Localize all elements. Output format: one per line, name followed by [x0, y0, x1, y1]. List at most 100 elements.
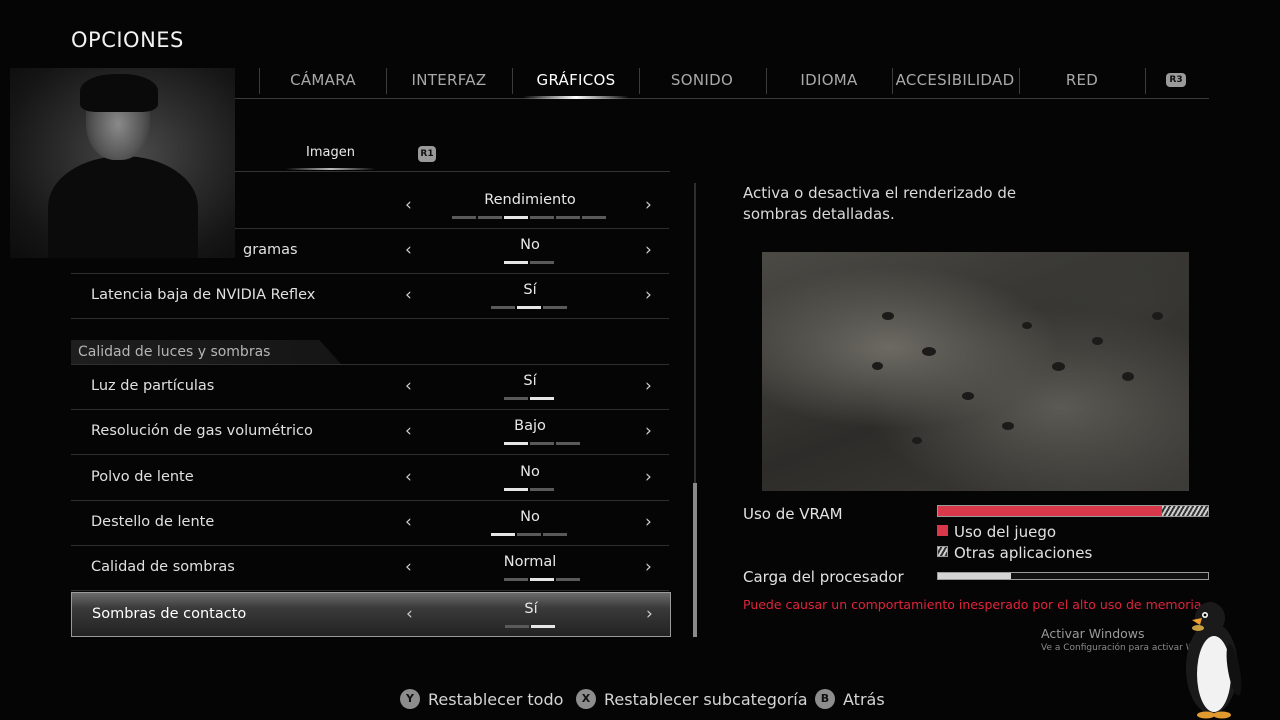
hint-reset-all-label: Restablecer todo	[428, 690, 564, 709]
preview-detail	[1092, 337, 1103, 345]
option-row-calidad-sombras[interactable]: Calidad de sombras ‹ Normal ›	[71, 546, 669, 591]
tab-graficos[interactable]: GRÁFICOS	[513, 64, 639, 99]
vram-game-fill	[938, 506, 1163, 516]
cpu-load-bar	[937, 572, 1209, 580]
option-row-destello-lente[interactable]: Destello de lente ‹ No ›	[71, 501, 669, 546]
legend-game-label: Uso del juego	[954, 523, 1057, 541]
level-segment	[452, 216, 476, 219]
scrollbar-thumb[interactable]	[693, 483, 697, 637]
chevron-right-icon[interactable]: ›	[645, 421, 652, 441]
chevron-left-icon[interactable]: ‹	[405, 467, 412, 487]
hint-back[interactable]: B Atrás	[815, 688, 885, 711]
chevron-right-icon[interactable]: ›	[645, 512, 652, 532]
chevron-left-icon[interactable]: ‹	[405, 240, 412, 260]
subtab-imagen[interactable]: Imagen	[286, 145, 375, 170]
option-row-sombras-contacto[interactable]: Sombras de contacto ‹ Sí ›	[71, 592, 671, 637]
option-row-polvo-lente[interactable]: Polvo de lente ‹ No ›	[71, 456, 669, 501]
hint-back-label: Atrás	[843, 690, 885, 709]
option-level-indicator	[452, 216, 606, 219]
cpu-load-label: Carga del procesador	[743, 568, 904, 586]
chevron-left-icon[interactable]: ‹	[405, 421, 412, 441]
windows-activation-title: Activar Windows	[1041, 626, 1145, 641]
level-segment	[505, 625, 529, 628]
option-level-indicator	[491, 533, 567, 536]
chevron-right-icon[interactable]: ›	[646, 604, 653, 624]
option-level-indicator	[504, 488, 554, 491]
memory-warning: Puede causar un comportamiento inesperad…	[743, 597, 1202, 612]
vram-usage-bar	[937, 505, 1209, 517]
option-value: Normal	[503, 554, 557, 570]
hint-reset-all[interactable]: Y Restablecer todo	[400, 688, 564, 711]
chevron-right-icon[interactable]: ›	[645, 376, 652, 396]
option-label: Polvo de lente	[91, 469, 194, 485]
webcam-overlay	[10, 68, 235, 258]
webcam-person-hair	[80, 74, 158, 112]
chevron-left-icon[interactable]: ‹	[406, 604, 413, 624]
level-segment	[530, 397, 554, 400]
preview-detail	[1002, 422, 1014, 430]
option-value: Sí	[524, 601, 538, 617]
chevron-right-icon[interactable]: ›	[645, 240, 652, 260]
level-segment	[478, 216, 502, 219]
legend-game: Uso del juego	[937, 523, 1056, 541]
option-value: Sí	[523, 373, 537, 389]
option-row-gas-volumetrico[interactable]: Resolución de gas volumétrico ‹ Bajo ›	[71, 410, 669, 455]
y-button-icon: Y	[400, 688, 420, 709]
option-label: Calidad de sombras	[91, 559, 235, 575]
level-segment	[543, 306, 567, 309]
level-segment	[491, 306, 515, 309]
r1-button-icon: R1	[418, 146, 436, 162]
hint-reset-subcategory-label: Restablecer subcategoría	[604, 690, 808, 709]
tab-red[interactable]: RED	[1019, 64, 1145, 97]
legend-other-label: Otras aplicaciones	[954, 544, 1093, 562]
level-segment	[531, 625, 555, 628]
b-button-icon: B	[815, 688, 835, 709]
chevron-left-icon[interactable]: ‹	[405, 512, 412, 532]
level-segment	[504, 442, 528, 445]
option-level-indicator	[504, 442, 580, 445]
chevron-right-icon[interactable]: ›	[645, 467, 652, 487]
preview-detail	[882, 312, 894, 320]
option-value: No	[520, 464, 540, 480]
chevron-right-icon[interactable]: ›	[645, 557, 652, 577]
level-segment	[556, 216, 580, 219]
option-level-indicator	[504, 578, 580, 581]
level-segment	[530, 216, 554, 219]
vram-other-fill	[1162, 506, 1208, 516]
level-segment	[530, 261, 554, 264]
tab-accesibilidad[interactable]: ACCESIBILIDAD	[892, 64, 1018, 97]
level-segment	[543, 533, 567, 536]
preview-image	[762, 252, 1189, 491]
option-value: No	[520, 237, 540, 253]
x-button-icon: X	[576, 688, 596, 709]
chevron-right-icon[interactable]: ›	[645, 195, 652, 215]
option-label: Destello de lente	[91, 514, 215, 530]
option-description: Activa o desactiva el renderizado de som…	[743, 184, 1017, 223]
option-level-indicator	[491, 306, 567, 309]
chevron-left-icon[interactable]: ‹	[405, 557, 412, 577]
chevron-right-icon[interactable]: ›	[645, 285, 652, 305]
chevron-left-icon[interactable]: ‹	[405, 195, 412, 215]
tab-interfaz[interactable]: INTERFAZ	[386, 64, 512, 97]
hint-reset-subcategory[interactable]: X Restablecer subcategoría	[576, 688, 808, 711]
level-segment	[530, 442, 554, 445]
option-level-indicator	[504, 397, 554, 400]
legend-other: Otras aplicaciones	[937, 544, 1092, 562]
chevron-left-icon[interactable]: ‹	[405, 376, 412, 396]
option-row-luz-particulas[interactable]: Luz de partículas ‹ Sí ›	[71, 365, 669, 410]
section-header: Calidad de luces y sombras	[71, 340, 351, 364]
level-segment	[556, 442, 580, 445]
level-segment	[530, 488, 554, 491]
preview-detail	[922, 347, 936, 356]
option-value: Rendimiento	[484, 192, 576, 208]
tab-camara[interactable]: CÁMARA	[260, 64, 386, 97]
tab-sonido[interactable]: SONIDO	[639, 64, 765, 97]
tab-idioma[interactable]: IDIOMA	[766, 64, 892, 97]
option-level-indicator	[505, 625, 555, 628]
subtab-bar: Imagen	[235, 140, 670, 172]
chevron-left-icon[interactable]: ‹	[405, 285, 412, 305]
preview-detail	[962, 392, 974, 400]
level-segment	[491, 533, 515, 536]
option-row-nvidia-reflex[interactable]: Latencia baja de NVIDIA Reflex ‹ Sí ›	[71, 274, 669, 319]
level-segment	[504, 216, 528, 219]
